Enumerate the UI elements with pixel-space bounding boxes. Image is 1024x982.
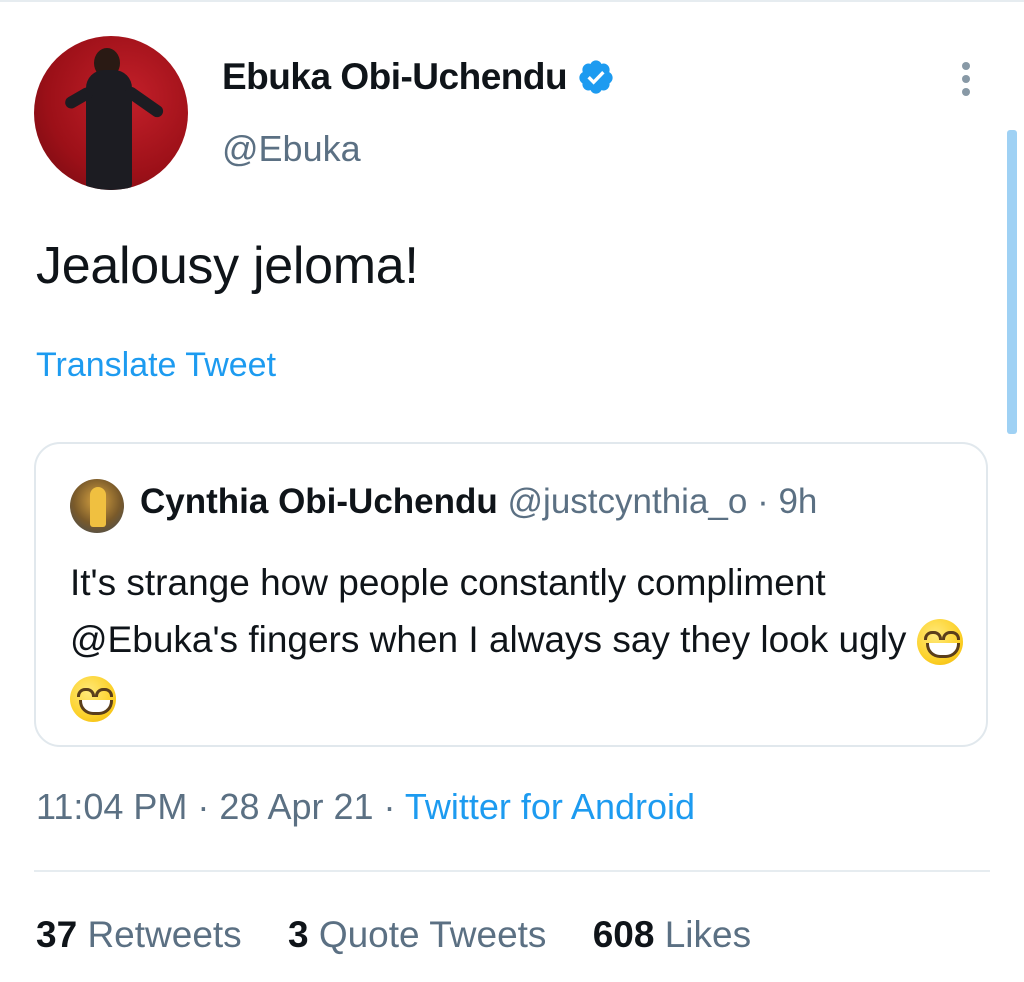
author-avatar[interactable] [34, 36, 188, 190]
stats-divider [34, 870, 990, 872]
quoted-tweet-body: It's strange how people constantly compl… [70, 562, 907, 660]
quoted-tweet-text: It's strange how people constantly compl… [70, 554, 970, 725]
more-options-icon[interactable] [952, 62, 980, 102]
dot [962, 62, 970, 70]
quoted-author-handle: @justcynthia_o [507, 482, 748, 521]
tweet-stats: 37 Retweets 3 Quote Tweets 608 Likes [36, 914, 787, 956]
quoted-tweet-card[interactable]: Cynthia Obi-Uchendu @justcynthia_o · 9h … [34, 442, 988, 747]
grinning-squinting-face-icon [916, 619, 963, 666]
quote-tweets-label: Quote Tweets [318, 914, 547, 955]
tweet-source-link[interactable]: Twitter for Android [405, 786, 695, 827]
likes-label: Likes [664, 914, 752, 955]
verified-badge-icon [579, 60, 613, 94]
quote-tweets-count: 3 [287, 914, 309, 955]
retweets-stat[interactable]: 37 Retweets [36, 914, 242, 955]
tweet-time[interactable]: 11:04 PM [36, 786, 187, 827]
quoted-author-avatar [70, 479, 124, 533]
likes-count: 608 [592, 914, 655, 955]
tweet-text: Jealousy jeloma! [36, 237, 419, 295]
avatar-figure [90, 487, 106, 527]
retweets-label: Retweets [87, 914, 242, 955]
dot [962, 75, 970, 83]
translate-tweet-link[interactable]: Translate Tweet [36, 346, 276, 385]
tweet-timestamp-line: 11:04 PM · 28 Apr 21 · Twitter for Andro… [36, 786, 695, 828]
author-name-row: Ebuka Obi-Uchendu [222, 56, 615, 98]
scrollbar[interactable] [1007, 130, 1017, 434]
retweets-count: 37 [36, 914, 78, 955]
tweet-date[interactable]: 28 Apr 21 [219, 786, 373, 827]
avatar-body [86, 70, 132, 190]
quoted-tweet-age: 9h [778, 482, 818, 521]
quoted-author-name: Cynthia Obi-Uchendu [140, 482, 498, 521]
author-handle[interactable]: @Ebuka [222, 128, 361, 170]
author-name[interactable]: Ebuka Obi-Uchendu [222, 56, 568, 98]
dot [962, 88, 970, 96]
likes-stat[interactable]: 608 Likes [593, 914, 751, 955]
separator-dot: · [373, 786, 405, 827]
separator-dot: · [187, 786, 220, 827]
quote-tweets-stat[interactable]: 3 Quote Tweets [288, 914, 546, 955]
top-divider [0, 0, 1024, 2]
quoted-tweet-header: Cynthia Obi-Uchendu @justcynthia_o · 9h [140, 482, 817, 522]
separator-dot: · [757, 482, 779, 521]
grinning-squinting-face-icon [70, 676, 116, 723]
